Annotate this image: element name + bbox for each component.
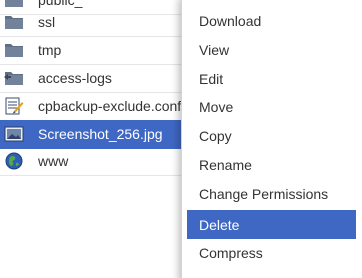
file-name: www [38,153,69,169]
file-name: tmp [38,42,62,58]
menu-item-label: Change Permissions [199,186,329,202]
menu-item-rename[interactable]: Rename [187,150,356,179]
menu-item-label: Edit [199,71,224,87]
menu-item-label: Download [199,13,262,29]
menu-item-copy[interactable]: Copy [187,121,356,150]
file-name: Screenshot_256.jpg [38,126,163,142]
file-manager-view: public_ ssl tmp access-logs cpbackup-exc… [0,0,362,278]
folder-icon [4,13,24,31]
menu-item-label: View [199,42,230,58]
menu-item-view[interactable]: View [187,35,356,64]
menu-item-edit[interactable]: Edit [187,64,356,93]
folder-shortcut-icon [4,69,24,87]
file-name: public_ [38,0,83,8]
menu-item-label: Delete [199,217,240,233]
menu-item-delete[interactable]: Delete [187,210,356,239]
folder-icon [4,41,24,59]
menu-item-move[interactable]: Move [187,92,356,121]
file-name: cpbackup-exclude.conf [38,98,182,114]
menu-item-label: Compress [199,245,263,261]
image-file-icon [4,125,24,143]
config-file-icon [4,97,24,115]
menu-item-compress[interactable]: Compress [187,238,356,267]
file-name: ssl [38,14,56,30]
menu-item-label: Copy [199,128,232,144]
menu-item-label: Rename [199,157,252,173]
file-name: access-logs [38,70,112,86]
globe-icon [4,152,24,170]
menu-item-change-permissions[interactable]: Change Permissions [187,179,356,208]
menu-item-label: Move [199,99,234,115]
context-menu: Download View Edit Move Copy Rename Chan… [181,0,362,278]
menu-item-download[interactable]: Download [187,6,356,35]
